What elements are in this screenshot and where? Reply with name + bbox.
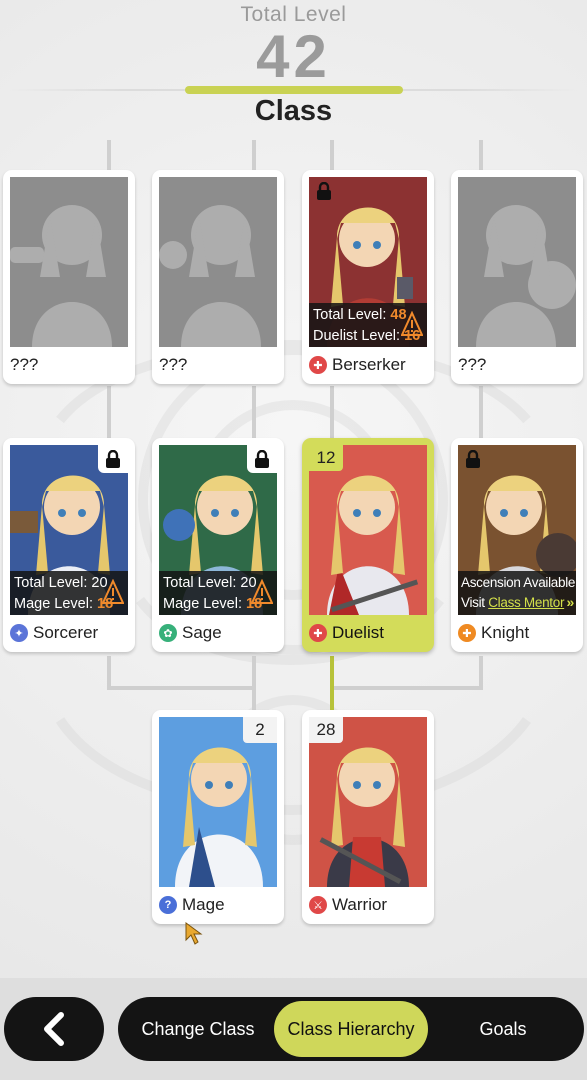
class-name: Sage xyxy=(182,623,222,642)
class-name-row: ✚ Knight xyxy=(458,619,578,647)
class-card-knight[interactable]: Ascension Available Visit Class Mentor »… xyxy=(451,438,583,652)
connector xyxy=(252,656,256,714)
connector xyxy=(107,686,256,690)
lock-icon xyxy=(247,445,277,473)
unlock-requirements: Total Level: 20 Mage Level: 18 xyxy=(159,571,277,615)
class-card-sorcerer[interactable]: Total Level: 20 Mage Level: 18 ✦ Sorcere… xyxy=(3,438,135,652)
connector xyxy=(479,656,483,688)
class-name: ??? xyxy=(159,355,188,374)
locked-silhouette xyxy=(159,177,277,347)
knight-icon: ✚ xyxy=(458,624,476,642)
class-name: Duelist xyxy=(332,623,384,642)
class-hierarchy-screen: { "header": { "total_level_label": "Tota… xyxy=(0,0,587,1080)
class-mentor-link[interactable]: Class Mentor xyxy=(488,595,564,610)
cursor-icon xyxy=(185,922,203,945)
warning-icon xyxy=(401,311,423,336)
unlock-requirements: Total Level: 48 Duelist Level: 16 xyxy=(309,303,427,347)
sorcerer-portrait: Total Level: 20 Mage Level: 18 xyxy=(10,445,128,615)
tab-goals[interactable]: Goals xyxy=(438,997,568,1061)
class-name-row: ??? xyxy=(458,351,578,379)
warrior-icon: ⚔ xyxy=(309,896,327,914)
sage-icon: ✿ xyxy=(159,624,177,642)
req-total-label: Total Level: xyxy=(313,307,391,323)
total-level-bar xyxy=(185,86,403,94)
class-card-sage[interactable]: Total Level: 20 Mage Level: 18 ✿ Sage xyxy=(152,438,284,652)
class-name-row: ✚ Duelist xyxy=(309,619,429,647)
sage-portrait: Total Level: 20 Mage Level: 18 xyxy=(159,445,277,615)
connector-active xyxy=(330,656,334,714)
mage-icon: ? xyxy=(159,896,177,914)
mage-portrait: 2 xyxy=(159,717,277,887)
tab-bar: Change Class Class Hierarchy Goals xyxy=(118,997,584,1061)
berserker-portrait: Total Level: 48 Duelist Level: 16 xyxy=(309,177,427,347)
class-name-row: ⚔ Warrior xyxy=(309,891,429,919)
class-card-berserker[interactable]: Total Level: 48 Duelist Level: 16 ✚ Bers… xyxy=(302,170,434,384)
page-title: Class xyxy=(254,95,333,127)
connector xyxy=(479,386,483,440)
ascension-notice: Ascension Available Visit Class Mentor » xyxy=(458,571,576,615)
visit-text: Visit xyxy=(461,595,489,610)
req-total-label: Total Level: xyxy=(163,575,241,591)
lock-icon xyxy=(98,445,128,473)
warning-icon xyxy=(102,579,124,604)
locked-silhouette xyxy=(10,177,128,347)
knight-portrait: Ascension Available Visit Class Mentor » xyxy=(458,445,576,615)
duelist-icon: ✚ xyxy=(309,624,327,642)
connector xyxy=(479,140,483,172)
class-name-row: ✦ Sorcerer xyxy=(10,619,130,647)
connector xyxy=(252,140,256,172)
class-name: Sorcerer xyxy=(33,623,99,642)
total-level-value: 42 xyxy=(256,23,331,90)
ascension-text: Ascension Available xyxy=(461,575,576,590)
class-name-row: ??? xyxy=(159,351,279,379)
class-level-badge: 2 xyxy=(243,717,277,743)
class-name: Mage xyxy=(182,895,225,914)
lock-icon xyxy=(309,177,339,205)
req-class-label: Mage Level: xyxy=(163,596,247,612)
warrior-portrait: 28 xyxy=(309,717,427,887)
connector xyxy=(107,386,111,440)
sorcerer-icon: ✦ xyxy=(10,624,28,642)
req-class-label: Mage Level: xyxy=(14,596,98,612)
lock-icon xyxy=(458,445,488,473)
class-card-mage[interactable]: 2 ? Mage xyxy=(152,710,284,924)
connector xyxy=(107,656,111,688)
connector xyxy=(330,686,483,690)
berserker-icon: ✚ xyxy=(309,356,327,374)
class-name: Warrior xyxy=(332,895,388,914)
class-card-unknown-1[interactable]: ??? xyxy=(3,170,135,384)
locked-silhouette xyxy=(458,177,576,347)
class-name-row: ? Mage xyxy=(159,891,279,919)
class-name: Knight xyxy=(481,623,530,642)
double-chevron-icon: » xyxy=(566,594,575,610)
unlock-requirements: Total Level: 20 Mage Level: 18 xyxy=(10,571,128,615)
class-name: ??? xyxy=(458,355,487,374)
warning-icon xyxy=(251,579,273,604)
class-card-warrior[interactable]: 28 ⚔ Warrior xyxy=(302,710,434,924)
class-name: ??? xyxy=(10,355,39,374)
connector xyxy=(252,386,256,440)
class-level-badge: 12 xyxy=(309,445,343,471)
class-level-badge: 28 xyxy=(309,717,343,743)
duelist-portrait: 12 xyxy=(309,445,427,615)
class-card-duelist[interactable]: 12 ✚ Duelist xyxy=(302,438,434,652)
back-button[interactable] xyxy=(4,997,104,1061)
class-name-row: ✿ Sage xyxy=(159,619,279,647)
class-name-row: ??? xyxy=(10,351,130,379)
connector xyxy=(330,140,334,172)
class-name-row: ✚ Berserker xyxy=(309,351,429,379)
connector xyxy=(107,140,111,172)
tab-change-class[interactable]: Change Class xyxy=(118,997,278,1061)
req-total-label: Total Level: xyxy=(14,575,92,591)
class-card-unknown-2[interactable]: ??? xyxy=(152,170,284,384)
chevron-left-icon xyxy=(44,1012,64,1046)
req-class-label: Duelist Level: xyxy=(313,328,405,344)
class-name: Berserker xyxy=(332,355,406,374)
connector xyxy=(330,386,334,440)
class-card-unknown-3[interactable]: ??? xyxy=(451,170,583,384)
tab-class-hierarchy[interactable]: Class Hierarchy xyxy=(274,1001,428,1057)
